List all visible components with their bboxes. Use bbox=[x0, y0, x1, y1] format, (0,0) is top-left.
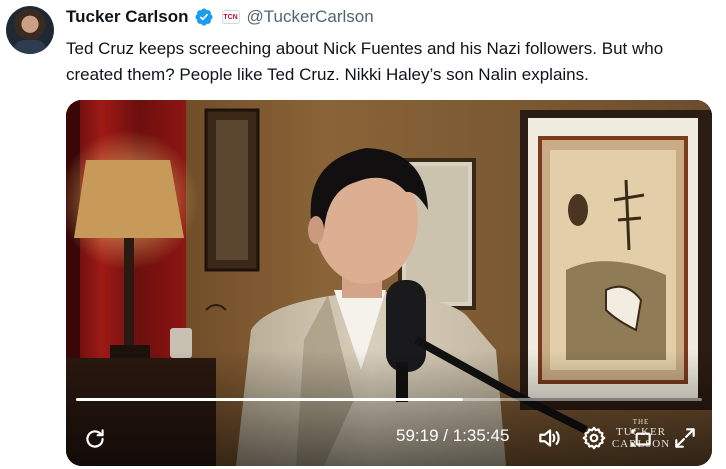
watermark-main-text: TUCKER CARLSON bbox=[611, 426, 671, 450]
author-name[interactable]: Tucker Carlson bbox=[66, 7, 189, 27]
watermark-small-text: THE bbox=[632, 418, 650, 426]
author-handle[interactable]: @TuckerCarlson bbox=[247, 7, 374, 27]
author-avatar[interactable] bbox=[6, 6, 54, 54]
video-player[interactable]: 59:19 / 1:35:45 THE TUCKER CARLSON bbox=[66, 100, 712, 466]
duration: 1:35:45 bbox=[452, 426, 510, 445]
replay-icon[interactable] bbox=[82, 426, 108, 452]
current-time: 59:19 bbox=[396, 426, 439, 445]
volume-icon[interactable] bbox=[536, 425, 562, 451]
time-separator: / bbox=[438, 426, 453, 445]
affiliate-badge[interactable]: TCN bbox=[221, 10, 240, 24]
channel-watermark: THE TUCKER CARLSON bbox=[598, 410, 684, 460]
avatar-shirt bbox=[14, 40, 46, 54]
video-timestamp: 59:19 / 1:35:45 bbox=[396, 426, 509, 446]
affiliate-badge-label: TCN bbox=[223, 13, 238, 21]
post-header: Tucker Carlson TCN @TuckerCarlson bbox=[66, 6, 374, 28]
post-text: Ted Cruz keeps screeching about Nick Fue… bbox=[66, 39, 664, 84]
verified-badge-icon bbox=[194, 7, 214, 27]
video-progress-fill bbox=[76, 398, 464, 401]
video-progress-bar[interactable] bbox=[76, 398, 702, 401]
